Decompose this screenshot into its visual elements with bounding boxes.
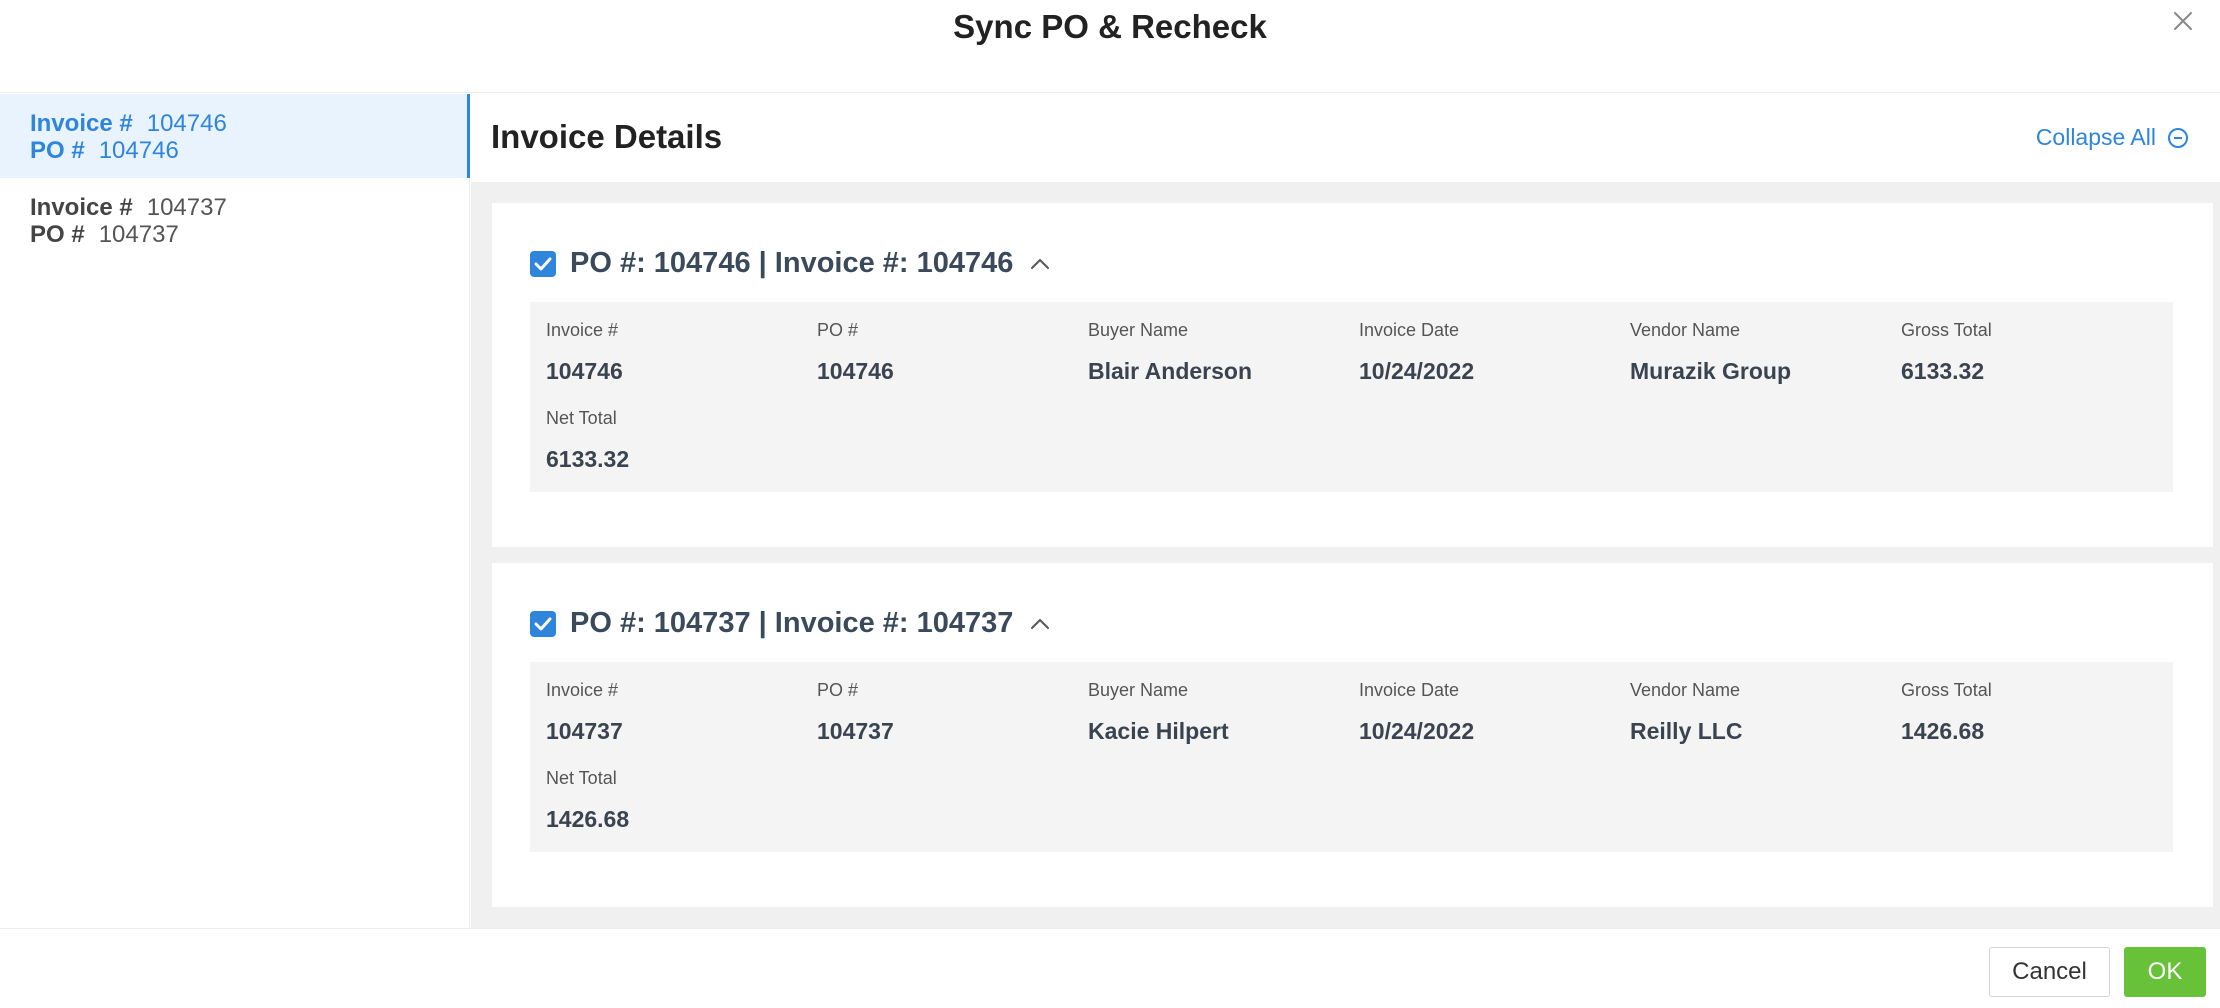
field-label: Buyer Name bbox=[1088, 320, 1189, 340]
field-gross-total: Gross Total 6133.32 bbox=[1901, 320, 2161, 385]
field-value: 10/24/2022 bbox=[1359, 718, 1475, 744]
sidebar-po-label: PO # bbox=[30, 137, 85, 164]
field-gross-total: Gross Total 1426.68 bbox=[1901, 680, 2161, 745]
field-po-number: PO # 104746 bbox=[817, 320, 1077, 385]
details-header: Invoice Details Collapse All bbox=[471, 94, 2220, 182]
close-icon[interactable] bbox=[2168, 6, 2198, 36]
field-label: PO # bbox=[817, 680, 859, 700]
sidebar-po-label: PO # bbox=[30, 221, 85, 248]
invoice-fields: Invoice # 104737 PO # 104737 Buyer Name … bbox=[530, 662, 2173, 852]
field-value: Reilly LLC bbox=[1630, 718, 1743, 744]
field-vendor-name: Vendor Name Murazik Group bbox=[1630, 320, 1890, 385]
minus-circle-icon bbox=[2168, 127, 2188, 148]
sidebar-item-invoice-104737[interactable]: Invoice #104737 PO #104737 bbox=[0, 178, 469, 262]
dialog-footer: Cancel OK bbox=[0, 928, 2220, 1008]
field-value: 104737 bbox=[817, 718, 894, 744]
card-header: PO #: 104746 | Invoice #: 104746 bbox=[530, 247, 1051, 280]
details-title: Invoice Details bbox=[491, 118, 723, 155]
field-label: Gross Total bbox=[1901, 320, 1992, 340]
field-value: 1426.68 bbox=[546, 806, 630, 832]
invoice-card: PO #: 104737 | Invoice #: 104737 Invoice… bbox=[492, 563, 2213, 907]
field-invoice-date: Invoice Date 10/24/2022 bbox=[1359, 320, 1619, 385]
field-value: Kacie Hilpert bbox=[1088, 718, 1229, 744]
field-vendor-name: Vendor Name Reilly LLC bbox=[1630, 680, 1890, 745]
field-label: Gross Total bbox=[1901, 680, 1992, 700]
collapse-all-button[interactable]: Collapse All bbox=[2036, 124, 2188, 151]
sidebar-invoice-label: Invoice # bbox=[30, 194, 133, 221]
field-label: Invoice # bbox=[546, 680, 619, 700]
card-title: PO #: 104746 | Invoice #: 104746 bbox=[570, 247, 1014, 279]
field-invoice-date: Invoice Date 10/24/2022 bbox=[1359, 680, 1619, 745]
dialog-header: Sync PO & Recheck bbox=[0, 0, 2220, 93]
field-label: Net Total bbox=[546, 408, 617, 428]
field-net-total: Net Total 6133.32 bbox=[546, 408, 806, 473]
dialog-title: Sync PO & Recheck bbox=[953, 8, 1267, 45]
field-label: PO # bbox=[817, 320, 859, 340]
sidebar-invoice-value: 104737 bbox=[146, 194, 227, 221]
field-value: 6133.32 bbox=[546, 446, 630, 472]
collapse-all-label: Collapse All bbox=[2035, 124, 2156, 150]
sidebar-item-invoice-104746[interactable]: Invoice #104746 PO #104746 bbox=[0, 94, 469, 178]
field-buyer-name: Buyer Name Blair Anderson bbox=[1088, 320, 1348, 385]
sidebar-po-value: 104746 bbox=[98, 137, 179, 164]
card-checkbox[interactable] bbox=[530, 610, 556, 637]
field-label: Invoice Date bbox=[1359, 320, 1460, 340]
field-label: Invoice # bbox=[546, 320, 619, 340]
sidebar-po-value: 104737 bbox=[98, 221, 179, 248]
invoice-card: PO #: 104746 | Invoice #: 104746 Invoice… bbox=[492, 203, 2213, 547]
field-label: Invoice Date bbox=[1359, 680, 1460, 700]
field-buyer-name: Buyer Name Kacie Hilpert bbox=[1088, 680, 1348, 745]
sidebar-invoice-value: 104746 bbox=[146, 110, 227, 137]
invoice-details-panel: Invoice Details Collapse All PO #: 10474… bbox=[471, 94, 2220, 928]
field-value: Blair Anderson bbox=[1088, 358, 1253, 384]
field-label: Vendor Name bbox=[1630, 680, 1741, 700]
field-label: Buyer Name bbox=[1088, 680, 1189, 700]
chevron-up-icon[interactable] bbox=[1029, 617, 1051, 631]
field-value: 104746 bbox=[546, 358, 623, 384]
field-label: Vendor Name bbox=[1630, 320, 1741, 340]
field-net-total: Net Total 1426.68 bbox=[546, 768, 806, 833]
field-label: Net Total bbox=[546, 768, 617, 788]
field-value: 1426.68 bbox=[1901, 718, 1985, 744]
field-value: 10/24/2022 bbox=[1359, 358, 1475, 384]
sidebar-active-indicator bbox=[467, 94, 470, 178]
field-invoice-number: Invoice # 104737 bbox=[546, 680, 806, 745]
sidebar-invoice-label: Invoice # bbox=[30, 110, 133, 137]
field-po-number: PO # 104737 bbox=[817, 680, 1077, 745]
field-invoice-number: Invoice # 104746 bbox=[546, 320, 806, 385]
ok-button[interactable]: OK bbox=[2124, 947, 2206, 997]
invoice-fields: Invoice # 104746 PO # 104746 Buyer Name … bbox=[530, 302, 2173, 492]
card-title: PO #: 104737 | Invoice #: 104737 bbox=[570, 607, 1014, 639]
invoice-sidebar: Invoice #104746 PO #104746 Invoice #1047… bbox=[0, 94, 470, 928]
card-checkbox[interactable] bbox=[530, 250, 556, 277]
field-value: Murazik Group bbox=[1630, 358, 1792, 384]
card-header: PO #: 104737 | Invoice #: 104737 bbox=[530, 607, 1051, 640]
field-value: 104737 bbox=[546, 718, 623, 744]
field-value: 104746 bbox=[817, 358, 894, 384]
cancel-button[interactable]: Cancel bbox=[1989, 947, 2110, 997]
chevron-up-icon[interactable] bbox=[1029, 257, 1051, 271]
field-value: 6133.32 bbox=[1901, 358, 1985, 384]
